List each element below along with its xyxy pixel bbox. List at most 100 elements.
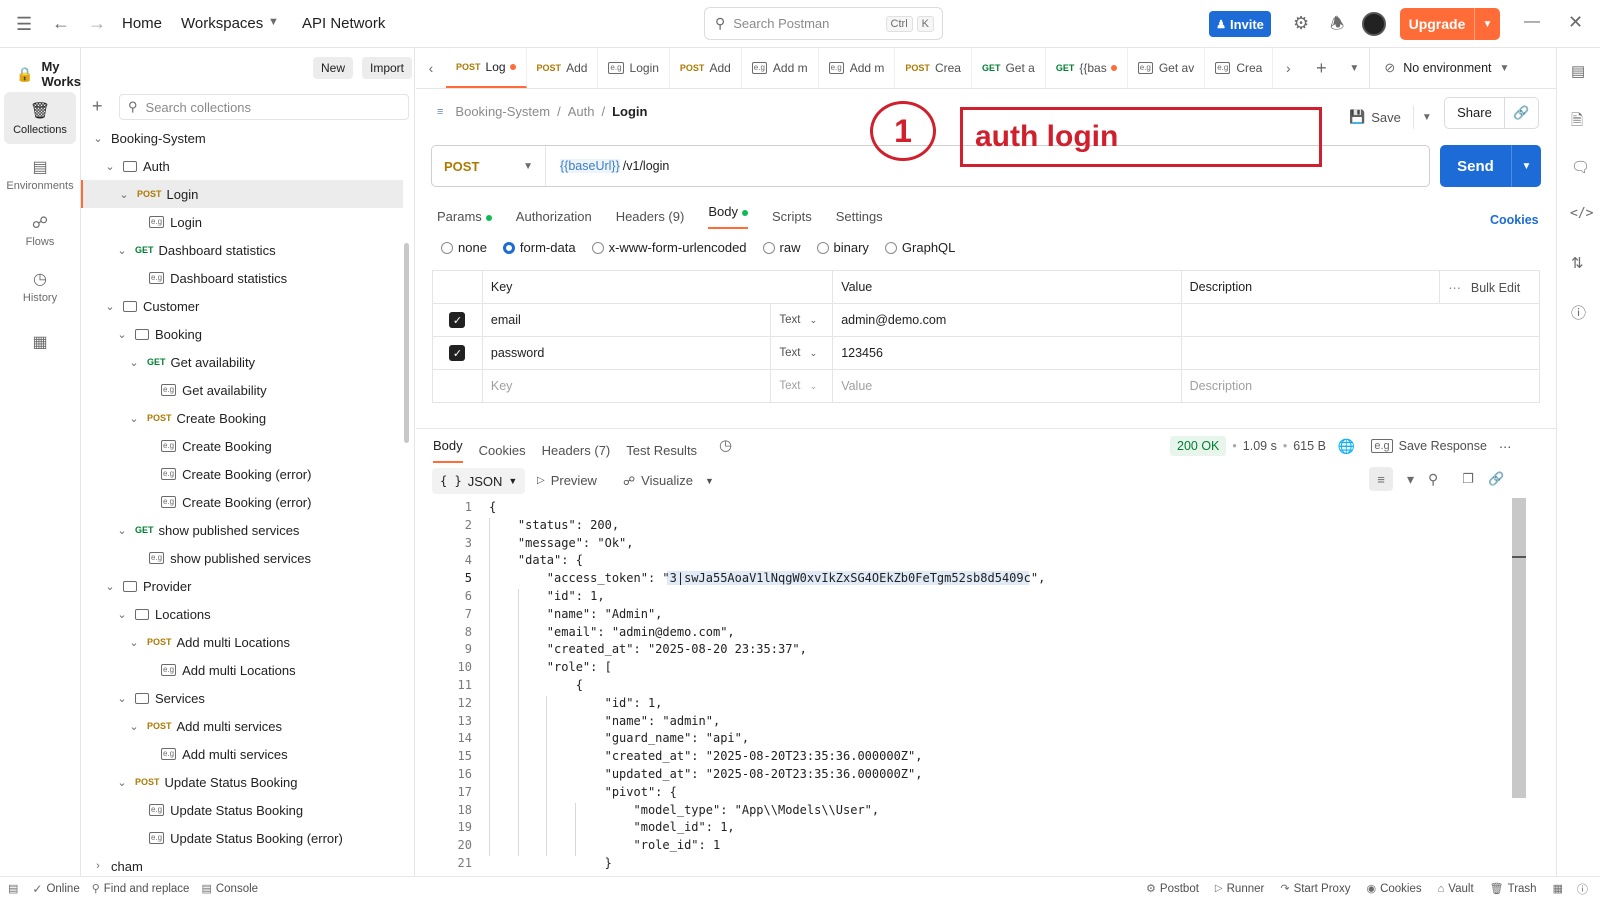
info-icon[interactable]: ⓘ	[1571, 302, 1586, 323]
request-tab[interactable]: e.g Add m	[819, 48, 896, 88]
chevron-down-icon[interactable]: ⌄	[115, 776, 129, 789]
radio-button[interactable]	[502, 241, 515, 254]
tree-folder[interactable]: ⌄ Booking	[81, 320, 403, 348]
more-icon[interactable]: ⋯	[1499, 439, 1512, 454]
tree-request[interactable]: ⌄ GET Dashboard statistics	[81, 236, 403, 264]
grid-icon[interactable]: ▦	[1553, 882, 1563, 895]
tab-settings[interactable]: Settings	[836, 209, 883, 224]
tree-collection[interactable]: ⌄ Booking-System	[81, 124, 403, 152]
forward-arrow-icon[interactable]: →	[88, 13, 106, 34]
settings-gear-icon[interactable]: ⚙	[1293, 13, 1309, 34]
radio-none[interactable]: none	[441, 240, 487, 255]
response-tab[interactable]: Headers (7)	[542, 443, 611, 458]
chevron-right-icon[interactable]: ›	[91, 860, 105, 872]
tree-example[interactable]: e.g Login	[81, 208, 403, 236]
runner-button[interactable]: Runner	[1227, 883, 1265, 895]
tree-request[interactable]: ⌄ POST Add multi services	[81, 712, 403, 740]
send-button[interactable]: Send ▼	[1440, 145, 1541, 187]
format-select[interactable]: { } JSON ▼	[432, 468, 526, 494]
request-tab[interactable]: POST Log	[446, 48, 527, 88]
documentation-icon[interactable]: ▤	[1571, 62, 1585, 80]
more-icon[interactable]: ⋯	[1448, 281, 1461, 295]
tab-authorization[interactable]: Authorization	[516, 209, 592, 224]
chevron-down-icon[interactable]: ⌄	[117, 188, 131, 201]
response-body-viewer[interactable]: 1 {2 "status": 200, 3 "message": "Ok", 4 "d…	[432, 500, 1522, 876]
tree-request[interactable]: ⌄ GET Get availability	[81, 348, 403, 376]
nav-api-network[interactable]: API Network	[302, 15, 385, 32]
postbot-button[interactable]: Postbot	[1160, 883, 1199, 895]
link-icon[interactable]: 🔗	[1488, 471, 1504, 487]
tree-folder[interactable]: ⌄ Services	[81, 684, 403, 712]
status-badge[interactable]: 200 OK	[1170, 436, 1227, 456]
save-button[interactable]: 💾 Save ▼	[1349, 102, 1432, 132]
radio-button[interactable]	[441, 241, 453, 254]
visualize-button[interactable]: ☍ Visualize ▼	[623, 473, 714, 488]
vault-button[interactable]: Vault	[1448, 883, 1473, 895]
tree-example[interactable]: e.g Add multi services	[81, 740, 403, 768]
invite-button[interactable]: ♟ Invite	[1209, 11, 1271, 37]
avatar[interactable]	[1362, 12, 1386, 36]
rail-environments[interactable]: ▤ Environments	[4, 148, 76, 200]
tree-example[interactable]: e.g Dashboard statistics	[81, 264, 403, 292]
breadcrumb-collection[interactable]: Booking-System	[455, 104, 550, 119]
rail-flows[interactable]: ☍ Flows	[4, 204, 76, 256]
chevron-down-icon[interactable]: ▼	[1511, 145, 1541, 187]
radio-button[interactable]	[884, 241, 897, 254]
request-tab[interactable]: POST Add	[527, 48, 599, 88]
history-icon[interactable]: ◷	[719, 436, 732, 454]
scrollbar[interactable]	[1512, 498, 1526, 798]
chevron-down-icon[interactable]: ▼	[705, 476, 714, 486]
share-button[interactable]: Share	[1445, 98, 1505, 128]
response-tab[interactable]: Cookies	[479, 443, 526, 458]
link-icon[interactable]: 🔗	[1505, 105, 1538, 121]
tree-example[interactable]: e.g Update Status Booking	[81, 796, 403, 824]
filter-icon[interactable]: ▾	[1407, 471, 1414, 488]
chevron-left-icon[interactable]: ‹	[416, 60, 446, 76]
tree-folder[interactable]: ⌄ Provider	[81, 572, 403, 600]
radio-button[interactable]	[816, 241, 829, 254]
response-time[interactable]: 1.09 s	[1243, 439, 1277, 453]
radio-formdata[interactable]: form-data	[502, 240, 576, 255]
tree-example[interactable]: e.g Create Booking (error)	[81, 460, 403, 488]
search-input[interactable]: ⚲ Search Postman Ctrl K	[704, 7, 943, 40]
code-icon[interactable]: </>	[1570, 206, 1593, 221]
tree-example[interactable]: e.g show published services	[81, 544, 403, 572]
chevron-down-icon[interactable]: ⌄	[103, 160, 117, 173]
request-tab[interactable]: e.g Add m	[742, 48, 819, 88]
row-key[interactable]: password	[481, 336, 772, 370]
nav-workspaces[interactable]: Workspaces	[181, 15, 263, 32]
tab-body[interactable]: Body	[708, 204, 748, 229]
chevron-right-icon[interactable]: ›	[1273, 60, 1303, 76]
chevron-down-icon[interactable]: ⌄	[127, 720, 141, 733]
tree-example[interactable]: e.g Create Booking	[81, 432, 403, 460]
find-replace-button[interactable]: Find and replace	[104, 883, 190, 895]
add-tab-icon[interactable]: +	[1303, 58, 1339, 79]
tree-example[interactable]: e.g Get availability	[81, 376, 403, 404]
tree-folder[interactable]: ⌄ Customer	[81, 292, 403, 320]
chevron-down-icon[interactable]: ▼	[1412, 105, 1432, 129]
request-tab[interactable]: e.g Crea	[1205, 48, 1274, 88]
breadcrumb-request[interactable]: Login	[612, 104, 647, 119]
request-tab[interactable]: POST Add	[670, 48, 742, 88]
row-description[interactable]	[1180, 336, 1541, 370]
row-description[interactable]	[1180, 303, 1541, 337]
type-select[interactable]: Text ⌄	[770, 336, 834, 370]
request-tab[interactable]: e.g Get av	[1128, 48, 1206, 88]
import-button[interactable]: Import	[362, 57, 413, 79]
tab-params[interactable]: Params	[437, 209, 492, 224]
wrap-lines-icon[interactable]: ≡	[1369, 467, 1393, 491]
chevron-down-icon[interactable]: ⌄	[115, 692, 129, 705]
rail-history[interactable]: ◷ History	[4, 260, 76, 312]
row-value[interactable]: admin@demo.com	[832, 303, 1182, 337]
tree-request[interactable]: ⌄ GET show published services	[81, 516, 403, 544]
document-icon[interactable]: 🗎	[1571, 110, 1583, 135]
tree-request[interactable]: ⌄ POST Update Status Booking	[81, 768, 403, 796]
response-tab[interactable]: Body	[433, 438, 463, 463]
tree-request[interactable]: ⌄ POST Add multi Locations	[81, 628, 403, 656]
chevron-down-icon[interactable]: ⌄	[115, 608, 129, 621]
method-select[interactable]: POST ▼	[432, 146, 546, 186]
chevron-down-icon[interactable]: ⌄	[91, 132, 105, 145]
layout-icon[interactable]: ▤	[8, 882, 18, 895]
rail-add-more[interactable]: ▦	[4, 316, 76, 368]
type-select[interactable]: Text ⌄	[770, 369, 834, 403]
